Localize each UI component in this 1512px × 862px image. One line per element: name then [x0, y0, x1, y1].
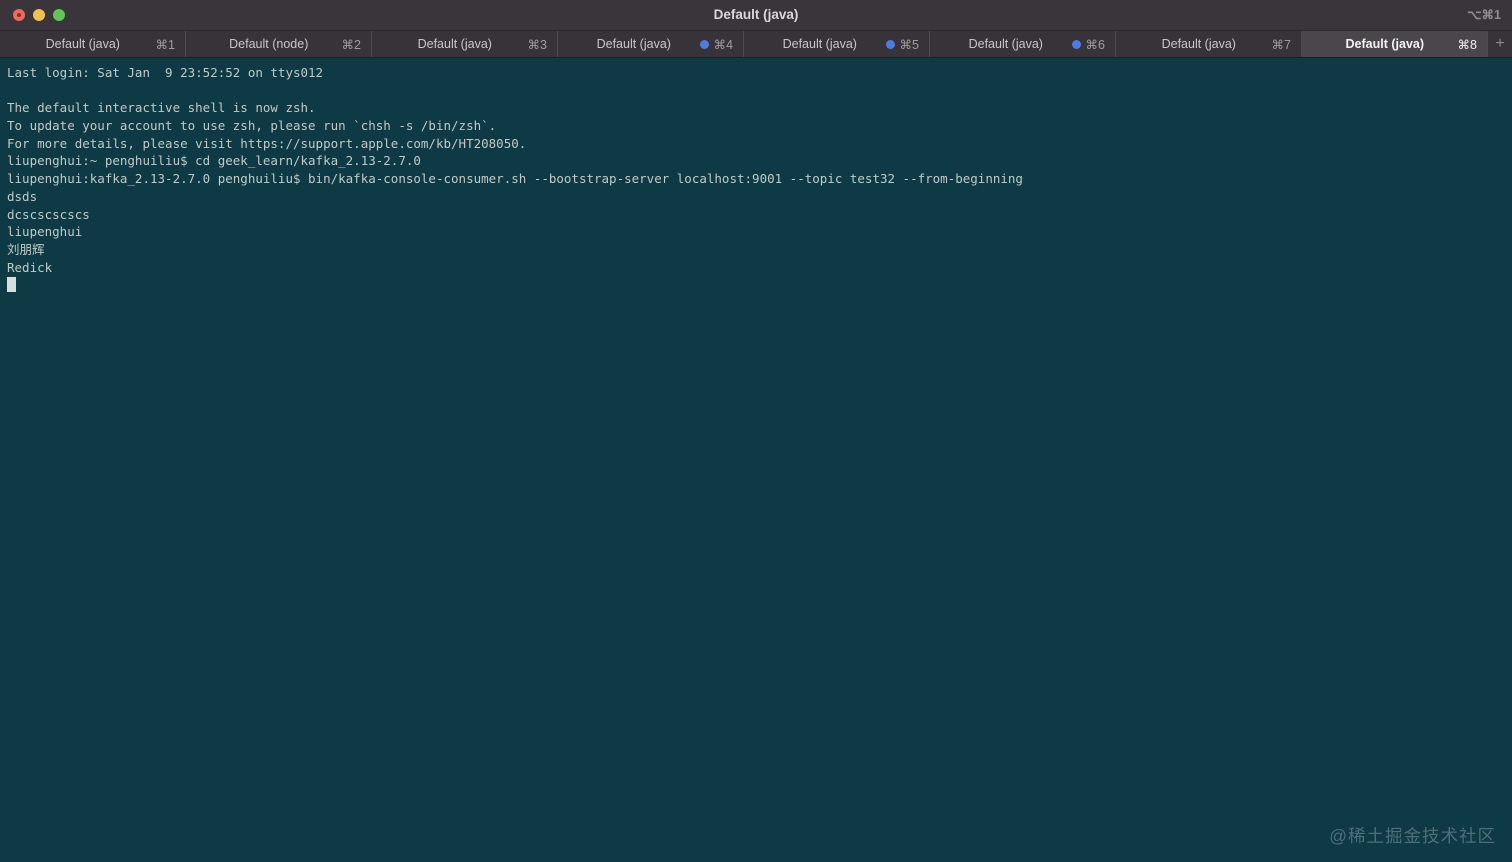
- tab-shortcut: ⌘7: [1271, 37, 1291, 52]
- tab-shortcut: ⌘2: [341, 37, 361, 52]
- tab-right-group: ⌘4: [699, 37, 733, 52]
- terminal-line: liupenghui:~ penghuiliu$ cd geek_learn/k…: [7, 153, 421, 169]
- tab-8[interactable]: Default (java) ⌘8: [1302, 31, 1488, 57]
- terminal-line: To update your account to use zsh, pleas…: [7, 118, 497, 134]
- terminal-line: Redick: [7, 259, 53, 275]
- terminal-line: The default interactive shell is now zsh…: [7, 100, 316, 116]
- terminal-line: liupenghui:kafka_2.13-2.7.0 penghuiliu$ …: [7, 171, 1023, 187]
- tab-shortcut: ⌘8: [1457, 37, 1477, 52]
- tab-label: Default (java): [596, 37, 671, 51]
- terminal-cursor-line: [7, 276, 1512, 294]
- terminal-line: dcscscscscs: [7, 206, 90, 222]
- tab-label: Default (java): [968, 37, 1043, 51]
- window-title: Default (java): [713, 7, 799, 22]
- tab-right-group: ⌘2: [342, 37, 361, 52]
- tab-label: Default (java): [1345, 37, 1425, 51]
- tab-right-group: ⌘7: [1272, 37, 1291, 52]
- terminal-cursor: [7, 277, 16, 293]
- new-tab-button[interactable]: +: [1488, 31, 1512, 57]
- tab-label: Default (java): [1161, 37, 1236, 51]
- terminal-output-area[interactable]: Last login: Sat Jan 9 23:52:52 on ttys01…: [0, 58, 1512, 862]
- tab-label: Default (java): [782, 37, 857, 51]
- tab-label: Default (node): [229, 37, 309, 51]
- tab-4[interactable]: Default (java) ⌘4: [558, 31, 744, 57]
- tab-3[interactable]: Default (java) ⌘3: [372, 31, 558, 57]
- tab-shortcut: ⌘6: [1085, 37, 1105, 52]
- tab-shortcut: ⌘1: [155, 37, 175, 52]
- tab-shortcut: ⌘3: [527, 37, 547, 52]
- terminal-line: For more details, please visit https://s…: [7, 135, 527, 151]
- tab-right-group: ⌘5: [885, 37, 919, 52]
- tab-right-group: ⌘6: [1071, 37, 1105, 52]
- watermark: @稀土掘金技术社区: [1329, 826, 1496, 846]
- activity-dot-icon: [1071, 39, 1081, 49]
- tab-right-group: ⌘3: [528, 37, 547, 52]
- tab-right-group: ⌘1: [156, 37, 175, 52]
- titlebar[interactable]: Default (java) ⌥⌘1: [0, 0, 1512, 30]
- tab-label: Default (java): [45, 37, 120, 51]
- tab-2[interactable]: Default (node) ⌘2: [186, 31, 372, 57]
- tab-right-group: ⌘8: [1458, 37, 1477, 52]
- terminal-line: liupenghui: [7, 224, 83, 240]
- tab-list: Default (java) ⌘1 Default (node) ⌘2 Default …: [0, 31, 1488, 57]
- tab-bar: Default (java) ⌘1 Default (node) ⌘2 Default …: [0, 30, 1512, 58]
- window-shortcut-hint: ⌥⌘1: [1467, 8, 1501, 22]
- terminal-lines: Last login: Sat Jan 9 23:52:52 on ttys01…: [7, 64, 1512, 276]
- activity-dot-icon: [699, 39, 709, 49]
- terminal-window: Default (java) ⌥⌘1 Default (java) ⌘1 Defau…: [0, 0, 1512, 862]
- terminal-line: Last login: Sat Jan 9 23:52:52 on ttys01…: [7, 65, 324, 80]
- tab-label: Default (java): [417, 37, 492, 51]
- activity-dot-icon: [885, 39, 895, 49]
- tab-5[interactable]: Default (java) ⌘5: [744, 31, 930, 57]
- tab-1[interactable]: Default (java) ⌘1: [0, 31, 186, 57]
- tab-7[interactable]: Default (java) ⌘7: [1116, 31, 1302, 57]
- tab-shortcut: ⌘4: [713, 37, 733, 52]
- tab-6[interactable]: Default (java) ⌘6: [930, 31, 1116, 57]
- terminal-line: 刘朋辉: [7, 241, 45, 257]
- tab-shortcut: ⌘5: [899, 37, 919, 52]
- terminal-line: dsds: [7, 188, 38, 204]
